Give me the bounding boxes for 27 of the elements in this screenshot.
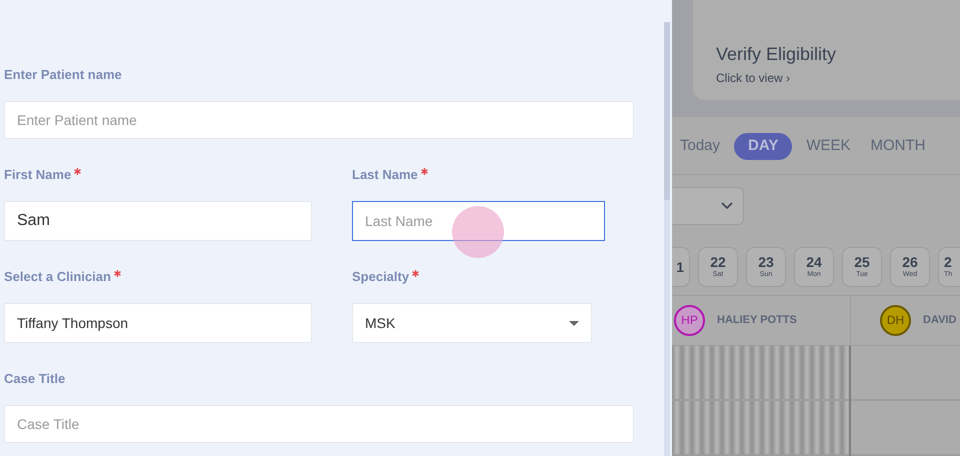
specialty-dropdown[interactable]: MSK: [352, 303, 592, 343]
chevron-down-icon: [721, 202, 733, 209]
view-tab[interactable]: DAY: [734, 133, 792, 160]
field-label: Case Title: [4, 370, 66, 388]
card-title: Verify Eligibility: [716, 43, 838, 66]
date-chip[interactable]: 1: [672, 246, 690, 286]
field-label: Select a Clinician: [4, 268, 111, 286]
dropdown[interactable]: [672, 186, 744, 224]
field-label: Last Name: [352, 166, 418, 184]
caret-icon: [569, 320, 579, 326]
view-tab[interactable]: Today: [674, 133, 726, 160]
input-field[interactable]: Last Name: [352, 201, 605, 241]
field-label: Enter Patient name: [4, 66, 122, 84]
clinician-name: HALIEY POTTS: [717, 312, 797, 328]
view-tab[interactable]: MONTH: [864, 133, 932, 160]
avatar: HP: [674, 304, 705, 336]
field-label: First Name: [4, 166, 72, 184]
click-indicator: [452, 206, 504, 258]
eligibility-card[interactable]: Verify Eligibility Click to view ›: [693, 0, 960, 100]
field-label: Specialty: [352, 268, 410, 286]
card-link[interactable]: Click to view ›: [716, 69, 790, 87]
input-field[interactable]: Tiffany Thompson: [4, 303, 312, 343]
scrollbar[interactable]: [664, 22, 670, 456]
clinician-name: DAVID: [923, 312, 956, 328]
avatar: DH: [880, 304, 911, 336]
input-field[interactable]: Sam: [4, 201, 312, 241]
view-tab[interactable]: WEEK: [800, 133, 857, 160]
